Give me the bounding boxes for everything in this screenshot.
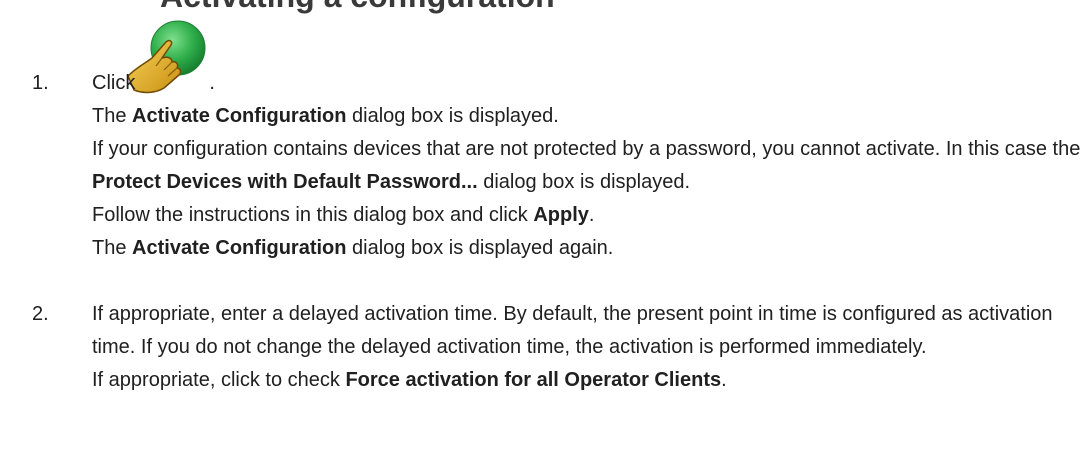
step-body: Click. The Activate Configuration dialog…: [92, 67, 1082, 265]
step-body: If appropriate, enter a delayed activati…: [92, 298, 1082, 397]
step-instruction: Click.: [92, 67, 1082, 100]
step-number: 2.: [32, 303, 49, 325]
step-instruction: If appropriate, enter a delayed activati…: [92, 303, 1053, 358]
step-number: 1.: [32, 72, 49, 94]
dialog-name: Protect Devices with Default Password...: [92, 171, 478, 193]
instruction-text: Follow the instructions in this dialog b…: [92, 204, 595, 226]
option-label: Force activation for all Operator Client…: [345, 369, 722, 391]
instruction-period: .: [209, 72, 215, 94]
dialog-name: Activate Configuration: [132, 237, 347, 259]
instruction-text: If appropriate, click to check Force act…: [92, 369, 727, 391]
result-text: The Activate Configuration dialog box is…: [92, 237, 614, 259]
section-heading: Activating a configuration: [160, 0, 555, 16]
dialog-name: Activate Configuration: [132, 105, 347, 127]
instruction-text: Click: [92, 72, 136, 94]
result-text: The Activate Configuration dialog box is…: [92, 105, 559, 127]
apply-label: Apply: [533, 204, 589, 226]
note-text: If your configuration contains devices t…: [92, 138, 1081, 193]
